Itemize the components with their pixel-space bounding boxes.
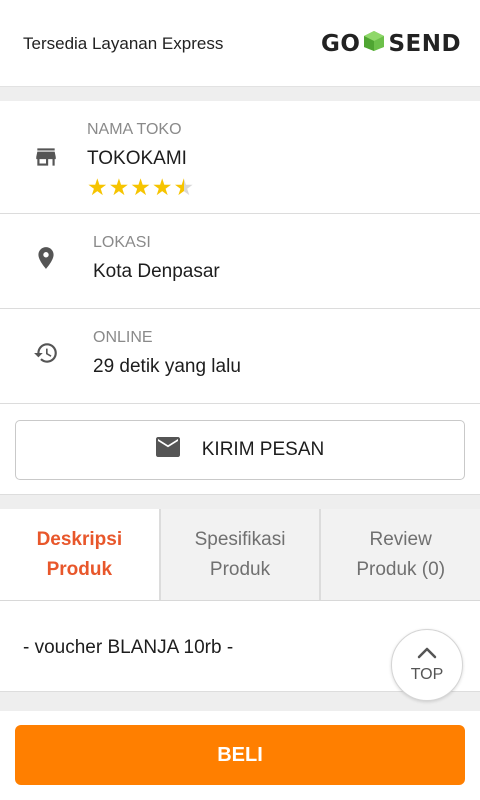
gosend-logo-right: SEND [388, 31, 462, 57]
store-name-label: NAMA TOKO [87, 121, 182, 138]
store-info-card: NAMA TOKO TOKOKAMI ★ ★ ★ ★ ★ LOKASI Kota… [0, 101, 480, 495]
scroll-top-button[interactable]: TOP [391, 629, 463, 701]
tab-review-produk[interactable]: Review Produk (0) [319, 509, 480, 600]
product-page: Tersedia Layanan Express GO SEND NAMA TO… [0, 0, 480, 800]
store-name-row[interactable]: NAMA TOKO TOKOKAMI ★ ★ ★ ★ ★ [0, 101, 480, 214]
star-icon: ★ [87, 174, 108, 200]
tab-spesifikasi-produk[interactable]: Spesifikasi Produk [158, 509, 320, 600]
tab-label: Spesifikasi Produk [194, 528, 286, 580]
tab-label: Review Produk (0) [356, 528, 446, 580]
star-icon: ★ [130, 174, 151, 200]
store-location-row: LOKASI Kota Denpasar [0, 214, 480, 309]
location-label: LOKASI [93, 234, 151, 251]
tab-deskripsi-produk[interactable]: Deskripsi Produk [0, 509, 159, 600]
bottom-action-bar: BELI [0, 711, 480, 800]
description-text: - voucher BLANJA 10rb - [23, 637, 234, 658]
store-rating: ★ ★ ★ ★ ★ [87, 175, 194, 199]
send-message-label: KIRIM PESAN [201, 439, 325, 460]
chevron-up-icon [417, 646, 437, 664]
box-icon [363, 30, 385, 58]
mail-icon [155, 437, 180, 463]
online-label: ONLINE [93, 329, 153, 346]
buy-button[interactable]: BELI [15, 725, 465, 785]
send-message-button[interactable]: KIRIM PESAN [15, 420, 465, 480]
gosend-logo: GO SEND [321, 30, 461, 58]
online-value: 29 detik yang lalu [93, 356, 241, 377]
express-service-bar: Tersedia Layanan Express GO SEND [0, 0, 480, 87]
store-online-row: ONLINE 29 detik yang lalu [0, 309, 480, 404]
location-value: Kota Denpasar [93, 261, 220, 282]
express-service-label: Tersedia Layanan Express [23, 34, 224, 53]
star-icon: ★ [151, 174, 173, 200]
location-pin-icon [33, 245, 59, 271]
star-icon: ★ [108, 174, 130, 200]
store-name: TOKOKAMI [87, 148, 187, 169]
product-tabs: Deskripsi Produk Spesifikasi Produk Revi… [0, 509, 480, 601]
tab-label: Deskripsi Produk [36, 528, 123, 580]
half-star-icon: ★ [173, 174, 195, 200]
gosend-logo-left: GO [321, 31, 361, 57]
store-icon [33, 144, 59, 170]
scroll-top-label: TOP [410, 666, 444, 683]
history-icon [33, 340, 59, 366]
